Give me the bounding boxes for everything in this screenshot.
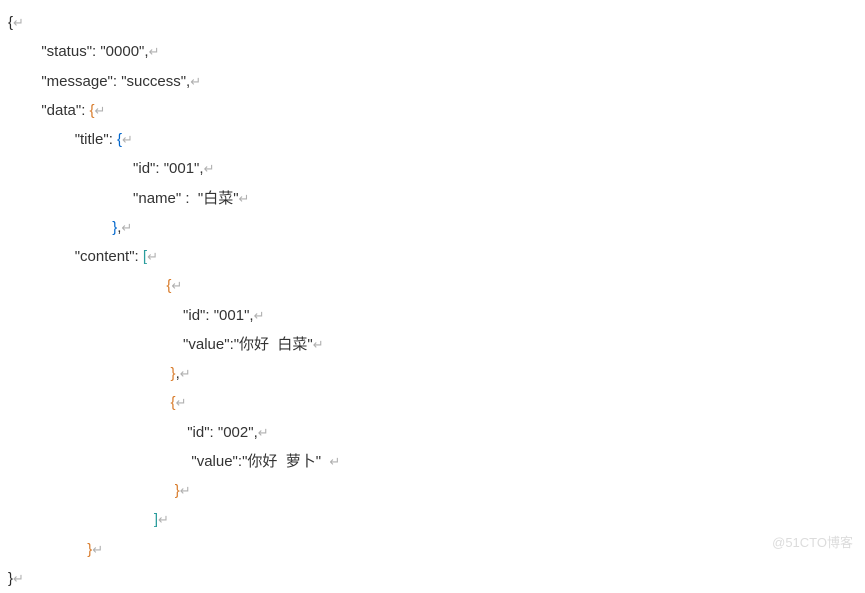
code-line: "status": "0000",↵ [8, 37, 865, 66]
paragraph-symbol: ↵ [204, 161, 215, 176]
code-line: "message": "success",↵ [8, 67, 865, 96]
json-key: "data" [41, 102, 81, 119]
code-line: }↵ [8, 535, 865, 564]
paragraph-symbol: ↵ [239, 191, 250, 206]
json-value: "你好 萝卜" [242, 453, 329, 470]
paragraph-symbol: ↵ [313, 337, 324, 352]
paragraph-symbol: ↵ [180, 366, 191, 381]
json-key: "content" [75, 248, 135, 265]
paragraph-symbol: ↵ [147, 249, 158, 264]
json-value: "001" [164, 160, 200, 177]
code-line: {↵ [8, 8, 865, 37]
paragraph-symbol: ↵ [171, 278, 182, 293]
colon: : [135, 248, 143, 265]
code-line: {↵ [8, 388, 865, 417]
code-line: "value":"你好 萝卜" ↵ [8, 447, 865, 476]
watermark: @51CTO博客 [772, 530, 853, 555]
code-line: "id": "001",↵ [8, 301, 865, 330]
code-line: }↵ [8, 476, 865, 505]
paragraph-symbol: ↵ [95, 103, 106, 118]
code-line: "name" : "白菜"↵ [8, 184, 865, 213]
colon: : [155, 160, 163, 177]
code-line: },↵ [8, 213, 865, 242]
code-line: ]↵ [8, 505, 865, 534]
paragraph-symbol: ↵ [190, 74, 201, 89]
paragraph-symbol: ↵ [180, 483, 191, 498]
colon: : [205, 307, 213, 324]
json-key: "message" [41, 73, 113, 90]
paragraph-symbol: ↵ [254, 308, 265, 323]
code-line: "data": {↵ [8, 96, 865, 125]
paragraph-symbol: ↵ [176, 395, 187, 410]
json-key: "id" [133, 160, 155, 177]
colon: : [81, 102, 89, 119]
json-key: "id" [183, 307, 205, 324]
paragraph-symbol: ↵ [13, 571, 24, 586]
paragraph-symbol: ↵ [92, 542, 103, 557]
code-line: "value":"你好 白菜"↵ [8, 330, 865, 359]
code-line: }↵ [8, 564, 865, 593]
paragraph-symbol: ↵ [158, 512, 169, 527]
json-value: "你好 白菜" [234, 336, 313, 353]
colon: : [113, 73, 121, 90]
code-line: "id": "002",↵ [8, 418, 865, 447]
json-value: "001" [214, 307, 250, 324]
json-value: "002" [218, 424, 254, 441]
json-value: "success" [121, 73, 186, 90]
colon: : [210, 424, 218, 441]
paragraph-symbol: ↵ [258, 425, 269, 440]
paragraph-symbol: ↵ [121, 220, 132, 235]
json-key: "value" [191, 453, 238, 470]
json-key: "name" [133, 190, 185, 207]
json-key: "id" [187, 424, 209, 441]
code-line: "content": [↵ [8, 242, 865, 271]
json-key: "value" [183, 336, 230, 353]
json-value: "0000" [100, 43, 144, 60]
colon: : [109, 131, 117, 148]
json-code-block: {↵ "status": "0000",↵ "message": "succes… [8, 8, 865, 593]
paragraph-symbol: ↵ [122, 132, 133, 147]
json-value: "白菜" [194, 190, 239, 207]
code-line: {↵ [8, 271, 865, 300]
code-line: "id": "001",↵ [8, 154, 865, 183]
paragraph-symbol: ↵ [149, 44, 160, 59]
json-key: "title" [75, 131, 109, 148]
paragraph-symbol: ↵ [329, 454, 340, 469]
json-key: "status" [41, 43, 92, 60]
colon: : [185, 190, 193, 207]
code-line: },↵ [8, 359, 865, 388]
code-line: "title": {↵ [8, 125, 865, 154]
paragraph-symbol: ↵ [13, 15, 24, 30]
